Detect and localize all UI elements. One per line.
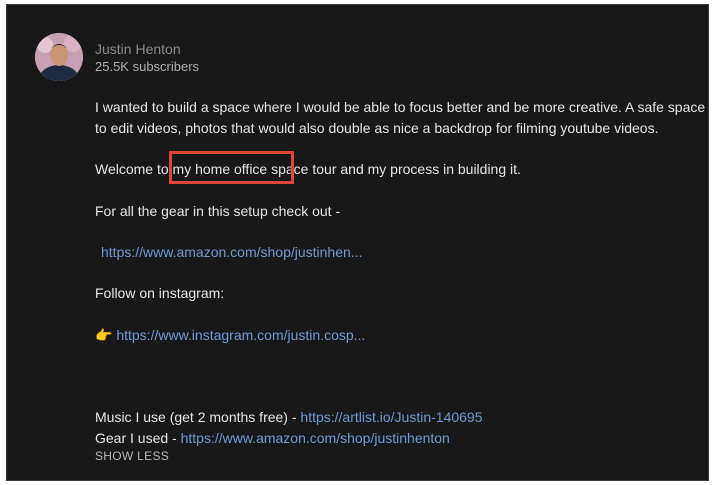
avatar-image	[35, 33, 83, 81]
instagram-intro: Follow on instagram:	[95, 285, 225, 301]
highlight-annotation-box	[169, 151, 294, 184]
instagram-link[interactable]: https://www.instagram.com/justin.cosp...	[116, 327, 365, 343]
music-link[interactable]: https://artlist.io/Justin-140695	[300, 409, 482, 425]
gear-intro: For all the gear in this setup check out…	[95, 203, 341, 219]
subscriber-count: 25.5K subscribers	[95, 59, 200, 74]
gear-used-line: Gear I used - https://www.amazon.com/sho…	[95, 428, 705, 449]
channel-avatar[interactable]	[35, 33, 83, 81]
description-panel: Justin Henton 25.5K subscribers I wanted…	[6, 4, 709, 481]
gear-used-label: Gear I used -	[95, 430, 181, 446]
gear-used-link[interactable]: https://www.amazon.com/shop/justinhenton	[181, 430, 450, 446]
instagram-line: 👉 https://www.instagram.com/justin.cosp.…	[95, 325, 705, 346]
music-label: Music I use (get 2 months free) -	[95, 409, 301, 425]
pointing-hand-icon: 👉	[95, 327, 113, 343]
gear-link-text[interactable]: https://www.amazon.com/shop/justinhen...	[101, 244, 362, 260]
channel-name[interactable]: Justin Henton	[95, 41, 181, 57]
show-less-button[interactable]: SHOW LESS	[95, 449, 169, 463]
description-line: I wanted to build a space where I would …	[95, 99, 706, 115]
music-line: Music I use (get 2 months free) - https:…	[95, 407, 705, 428]
gear-link[interactable]: https://www.amazon.com/shop/justinhen...	[101, 242, 708, 263]
description-line: to edit videos, photos that would also d…	[95, 120, 659, 136]
